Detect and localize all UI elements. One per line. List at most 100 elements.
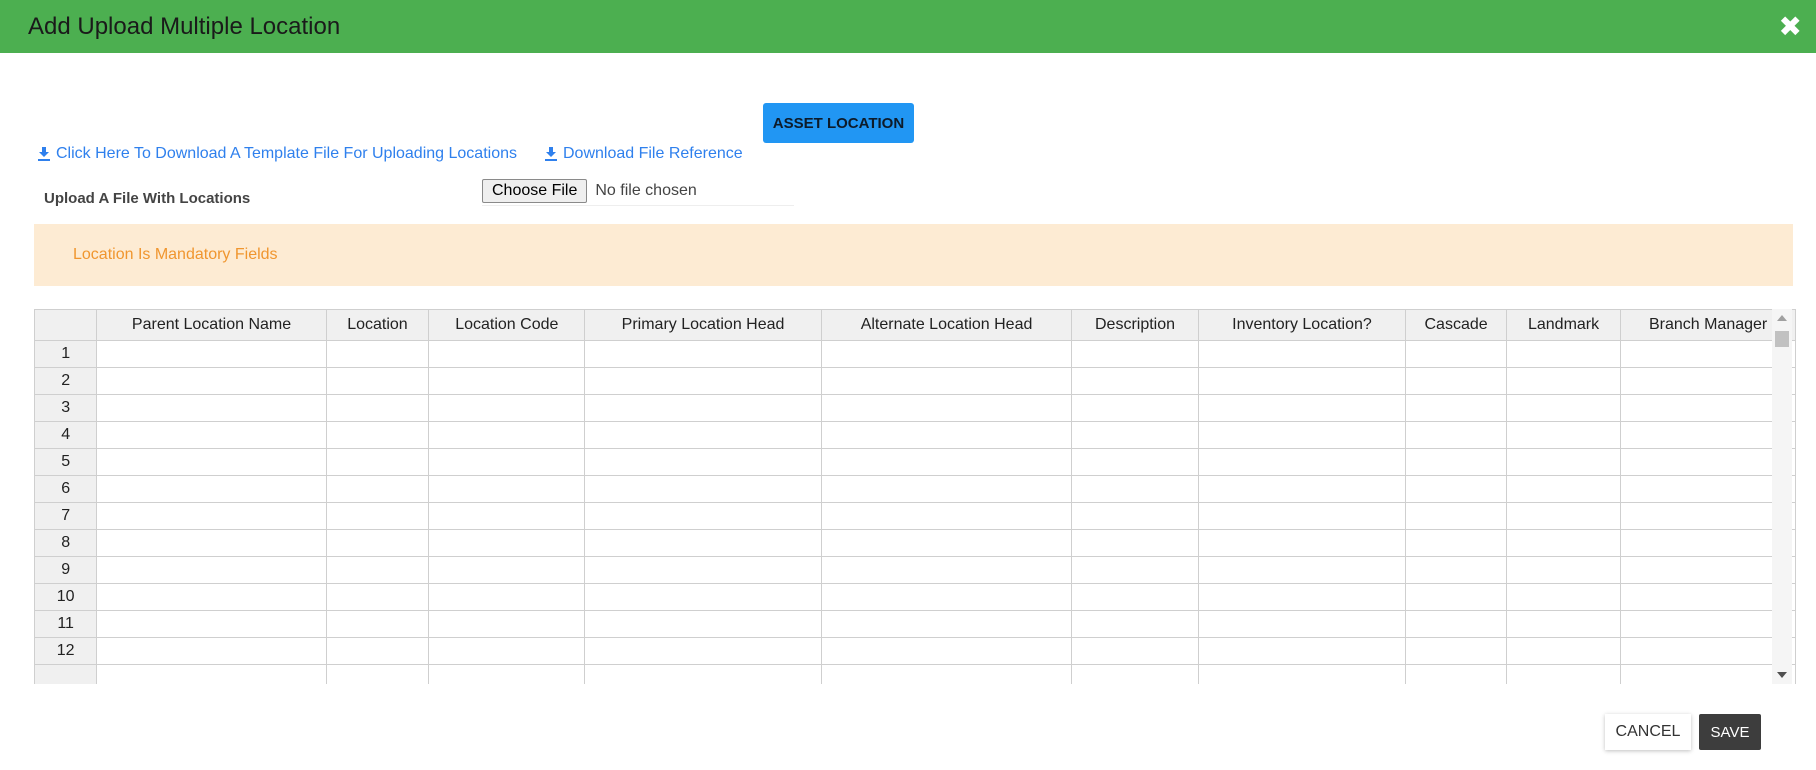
grid-cell[interactable] (96, 556, 327, 584)
cancel-button[interactable]: CANCEL (1605, 714, 1691, 750)
row-number[interactable]: 6 (34, 475, 98, 503)
grid-cell[interactable] (820, 556, 1073, 584)
grid-cell[interactable] (325, 367, 430, 395)
column-header[interactable]: Location Code (428, 309, 586, 341)
grid-cell[interactable] (96, 367, 327, 395)
scroll-down-icon[interactable] (1777, 672, 1787, 678)
grid-cell[interactable] (96, 340, 327, 368)
grid-cell[interactable] (1620, 448, 1796, 476)
grid-cell[interactable] (1620, 502, 1796, 530)
grid-cell[interactable] (428, 367, 586, 395)
grid-cell[interactable] (1405, 502, 1507, 530)
scroll-up-icon[interactable] (1777, 315, 1787, 321)
grid-cell[interactable] (428, 475, 586, 503)
grid-cell[interactable] (1505, 394, 1622, 422)
choose-file-button[interactable]: Choose File (482, 179, 588, 203)
grid-cell[interactable] (1197, 421, 1407, 449)
grid-cell[interactable] (96, 529, 327, 557)
grid-cell[interactable] (1197, 610, 1407, 638)
grid-cell[interactable] (1405, 529, 1507, 557)
grid-cell[interactable] (1071, 475, 1199, 503)
column-header[interactable]: Parent Location Name (96, 309, 327, 341)
grid-cell[interactable] (584, 502, 822, 530)
row-number[interactable]: 4 (34, 421, 98, 449)
grid-cell[interactable] (1197, 448, 1407, 476)
grid-cell[interactable] (820, 340, 1073, 368)
grid-cell[interactable] (1505, 556, 1622, 584)
grid-cell[interactable] (1071, 583, 1199, 611)
grid-cell[interactable] (1505, 637, 1622, 665)
grid-cell[interactable] (1405, 556, 1507, 584)
grid-cell[interactable] (584, 529, 822, 557)
grid-cell[interactable] (1620, 394, 1796, 422)
grid-corner[interactable] (34, 309, 98, 341)
grid-cell[interactable] (1505, 529, 1622, 557)
grid-cell[interactable] (1071, 367, 1199, 395)
grid-cell[interactable] (1071, 556, 1199, 584)
grid-cell[interactable] (584, 556, 822, 584)
grid-cell[interactable] (820, 475, 1073, 503)
grid-cell[interactable] (1405, 664, 1507, 684)
grid-cell[interactable] (325, 610, 430, 638)
grid-cell[interactable] (325, 529, 430, 557)
grid-cell[interactable] (1197, 340, 1407, 368)
grid-cell[interactable] (96, 583, 327, 611)
grid-cell[interactable] (1197, 367, 1407, 395)
grid-cell[interactable] (96, 637, 327, 665)
row-number[interactable]: 3 (34, 394, 98, 422)
grid-cell[interactable] (325, 475, 430, 503)
grid-cell[interactable] (325, 664, 430, 684)
grid-cell[interactable] (1405, 448, 1507, 476)
grid-cell[interactable] (96, 502, 327, 530)
grid-cell[interactable] (96, 664, 327, 684)
grid-cell[interactable] (820, 448, 1073, 476)
grid-cell[interactable] (325, 556, 430, 584)
grid-cell[interactable] (1405, 637, 1507, 665)
row-number[interactable]: 7 (34, 502, 98, 530)
grid-cell[interactable] (820, 529, 1073, 557)
grid-cell[interactable] (820, 502, 1073, 530)
grid-cell[interactable] (96, 448, 327, 476)
grid-cell[interactable] (820, 610, 1073, 638)
grid-cell[interactable] (1505, 367, 1622, 395)
grid-cell[interactable] (1620, 475, 1796, 503)
row-number[interactable] (34, 664, 98, 684)
grid-cell[interactable] (1620, 340, 1796, 368)
grid-cell[interactable] (1620, 421, 1796, 449)
column-header[interactable]: Cascade (1405, 309, 1507, 341)
grid-cell[interactable] (820, 664, 1073, 684)
grid-cell[interactable] (1620, 637, 1796, 665)
grid-cell[interactable] (1197, 556, 1407, 584)
grid-cell[interactable] (584, 394, 822, 422)
grid-cell[interactable] (428, 340, 586, 368)
grid-cell[interactable] (428, 394, 586, 422)
grid-cell[interactable] (1620, 556, 1796, 584)
column-header[interactable]: Location (325, 309, 430, 341)
grid-cell[interactable] (428, 556, 586, 584)
grid-cell[interactable] (584, 583, 822, 611)
grid-cell[interactable] (1505, 475, 1622, 503)
grid-cell[interactable] (1071, 664, 1199, 684)
grid-cell[interactable] (1405, 610, 1507, 638)
column-header[interactable]: Primary Location Head (584, 309, 822, 341)
column-header[interactable]: Branch Manager (1620, 309, 1796, 341)
grid-cell[interactable] (584, 448, 822, 476)
grid-cell[interactable] (1620, 529, 1796, 557)
grid-cell[interactable] (325, 394, 430, 422)
grid-cell[interactable] (1620, 610, 1796, 638)
download-template-link[interactable]: Click Here To Download A Template File F… (38, 145, 517, 163)
save-button[interactable]: SAVE (1699, 714, 1761, 750)
grid-cell[interactable] (96, 610, 327, 638)
grid-cell[interactable] (96, 421, 327, 449)
row-number[interactable]: 1 (34, 340, 98, 368)
grid-cell[interactable] (820, 583, 1073, 611)
grid-cell[interactable] (1197, 475, 1407, 503)
grid-cell[interactable] (428, 610, 586, 638)
grid-cell[interactable] (325, 448, 430, 476)
grid-cell[interactable] (96, 475, 327, 503)
grid-cell[interactable] (1071, 394, 1199, 422)
grid-cell[interactable] (428, 664, 586, 684)
grid-cell[interactable] (584, 664, 822, 684)
grid-cell[interactable] (820, 637, 1073, 665)
grid-cell[interactable] (428, 583, 586, 611)
